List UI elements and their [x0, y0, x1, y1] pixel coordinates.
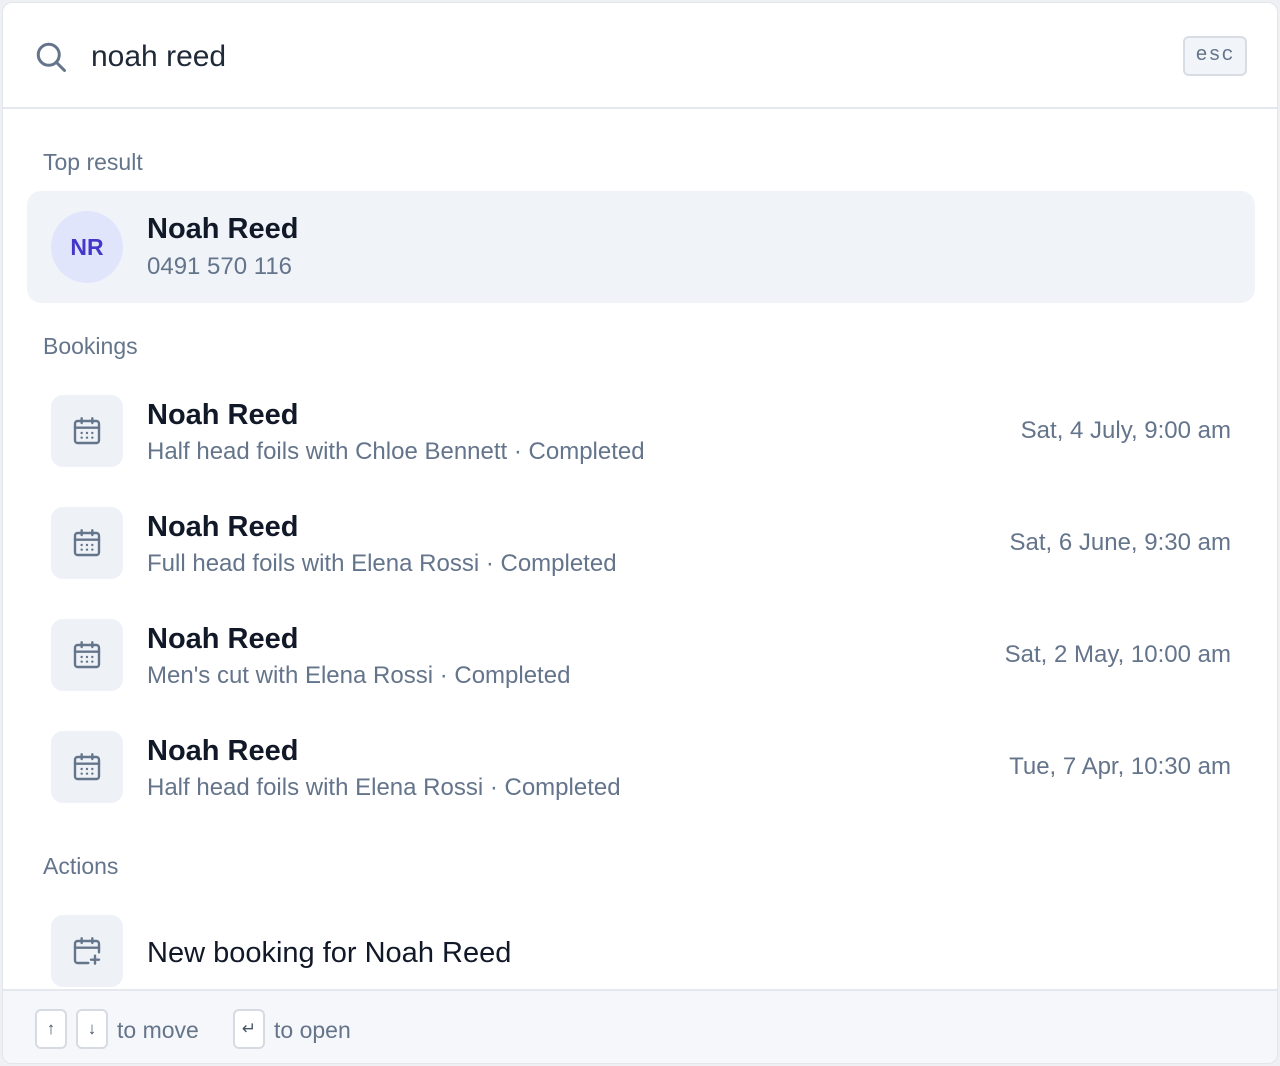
arrow-up-key: ↑: [35, 1009, 67, 1049]
booking-row[interactable]: Noah Reed Full head foils with Elena Ros…: [27, 487, 1255, 599]
booking-row[interactable]: Noah Reed Half head foils with Elena Ros…: [27, 711, 1255, 823]
search-icon: [36, 42, 66, 72]
top-result-phone: 0491 570 116: [147, 253, 293, 280]
booking-datetime: Sat, 4 July, 9:00 am: [1020, 417, 1231, 444]
booking-detail: Half head foils with Chloe Bennett · Com…: [147, 438, 645, 465]
enter-key: ↵: [233, 1009, 265, 1049]
top-result-row[interactable]: NR Noah Reed 0491 570 116: [27, 191, 1255, 303]
keyboard-hints-footer: ↑ ↓ to move ↵ to open: [3, 989, 1277, 1063]
calendar-icon: [51, 731, 123, 803]
booking-client-name: Noah Reed: [147, 511, 299, 543]
calendar-icon: [51, 619, 123, 691]
booking-detail: Full head foils with Elena Rossi · Compl…: [147, 550, 617, 577]
booking-datetime: Sat, 6 June, 9:30 am: [1009, 529, 1231, 556]
booking-detail: Men's cut with Elena Rossi · Completed: [147, 662, 571, 689]
search-input[interactable]: [91, 35, 1151, 79]
open-hint: to open: [274, 1017, 351, 1043]
new-booking-label: New booking for Noah Reed: [147, 937, 512, 969]
section-label-top-result: Top result: [43, 149, 143, 175]
arrow-down-key: ↓: [76, 1009, 108, 1049]
calendar-icon: [51, 507, 123, 579]
booking-datetime: Sat, 2 May, 10:00 am: [1004, 641, 1231, 668]
move-hint: to move: [117, 1017, 199, 1043]
top-result-name: Noah Reed: [147, 213, 299, 245]
command-palette: esc Top result NR Noah Reed 0491 570 116…: [2, 2, 1278, 1064]
booking-detail: Half head foils with Elena Rossi · Compl…: [147, 774, 621, 801]
booking-client-name: Noah Reed: [147, 399, 299, 431]
booking-row[interactable]: Noah Reed Half head foils with Chloe Ben…: [27, 375, 1255, 487]
search-bar: esc: [3, 3, 1277, 109]
new-booking-action[interactable]: New booking for Noah Reed: [27, 895, 1255, 989]
calendar-plus-icon: [51, 915, 123, 987]
booking-row[interactable]: Noah Reed Men's cut with Elena Rossi · C…: [27, 599, 1255, 711]
booking-datetime: Tue, 7 Apr, 10:30 am: [1009, 753, 1231, 780]
calendar-icon: [51, 395, 123, 467]
booking-client-name: Noah Reed: [147, 623, 299, 655]
esc-button[interactable]: esc: [1183, 36, 1247, 76]
avatar: NR: [51, 211, 123, 283]
results-list: Top result NR Noah Reed 0491 570 116 Boo…: [3, 111, 1277, 989]
booking-client-name: Noah Reed: [147, 735, 299, 767]
section-label-bookings: Bookings: [43, 333, 138, 359]
section-label-actions: Actions: [43, 853, 119, 879]
